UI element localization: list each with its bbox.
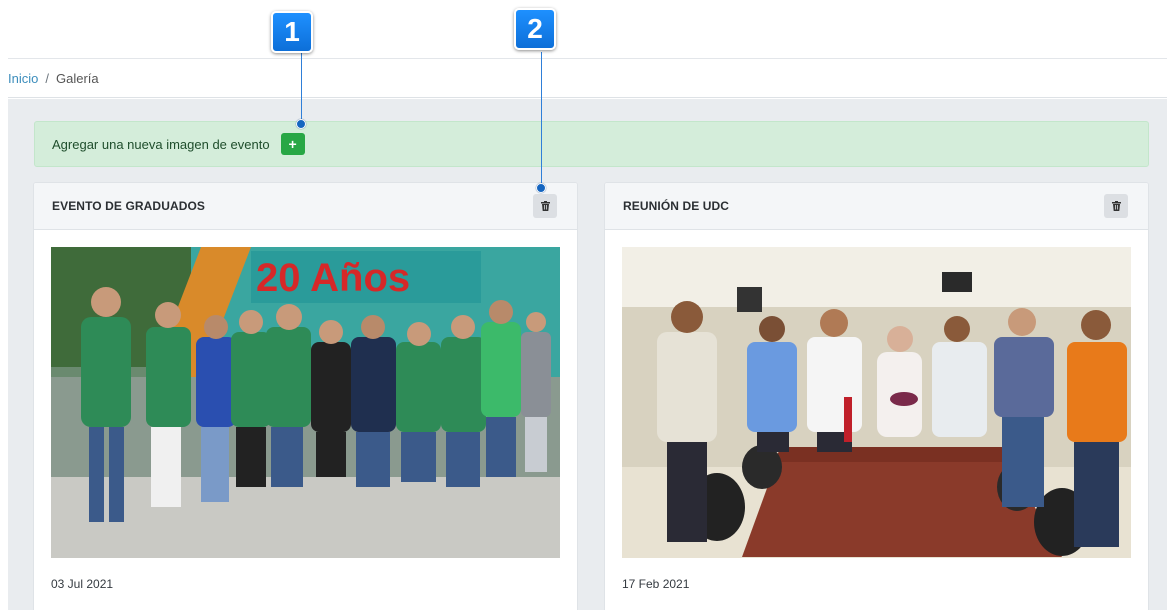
event-title: EVENTO DE GRADUADOS	[52, 199, 206, 213]
callout-2-badge: 2	[514, 8, 556, 50]
plus-icon: +	[288, 136, 297, 152]
breadcrumb-home-link[interactable]: Inicio	[8, 71, 38, 86]
delete-event-button[interactable]	[533, 194, 557, 218]
graduation-photo: 20 Años	[51, 247, 560, 558]
card-header: EVENTO DE GRADUADOS	[34, 183, 577, 230]
callout-1-badge: 1	[271, 11, 313, 53]
callout-2-line	[541, 52, 542, 188]
event-photo: 20 Años	[51, 247, 560, 558]
meeting-photo	[622, 247, 1131, 558]
add-image-button[interactable]: +	[280, 133, 305, 155]
callout-2-dot	[536, 183, 546, 193]
event-date: 03 Jul 2021	[51, 577, 114, 591]
breadcrumb-separator: /	[45, 70, 49, 86]
event-date: 17 Feb 2021	[622, 577, 690, 591]
add-event-alert: Agregar una nueva imagen de evento +	[34, 121, 1149, 167]
event-card: EVENTO DE GRADUADOS 20 Años 03 Jul 2021	[33, 182, 578, 610]
delete-event-button[interactable]	[1104, 194, 1128, 218]
breadcrumb: Inicio / Galería	[8, 58, 1167, 98]
trash-icon	[1111, 201, 1121, 211]
callout-1-label: 1	[284, 16, 300, 47]
callout-2-label: 2	[527, 13, 543, 44]
event-photo	[622, 247, 1131, 558]
callout-1-dot	[296, 119, 306, 129]
callout-1-line	[301, 52, 302, 124]
trash-icon	[540, 201, 550, 211]
event-title: REUNIÓN DE UDC	[623, 199, 730, 213]
event-card: REUNIÓN DE UDC 17 Feb 2021	[604, 182, 1149, 610]
add-event-text: Agregar una nueva imagen de evento	[52, 136, 270, 152]
card-header: REUNIÓN DE UDC	[605, 183, 1148, 230]
breadcrumb-current: Galería	[55, 70, 99, 86]
top-whitespace	[0, 0, 1167, 58]
banner-text: 20 Años	[256, 256, 410, 300]
